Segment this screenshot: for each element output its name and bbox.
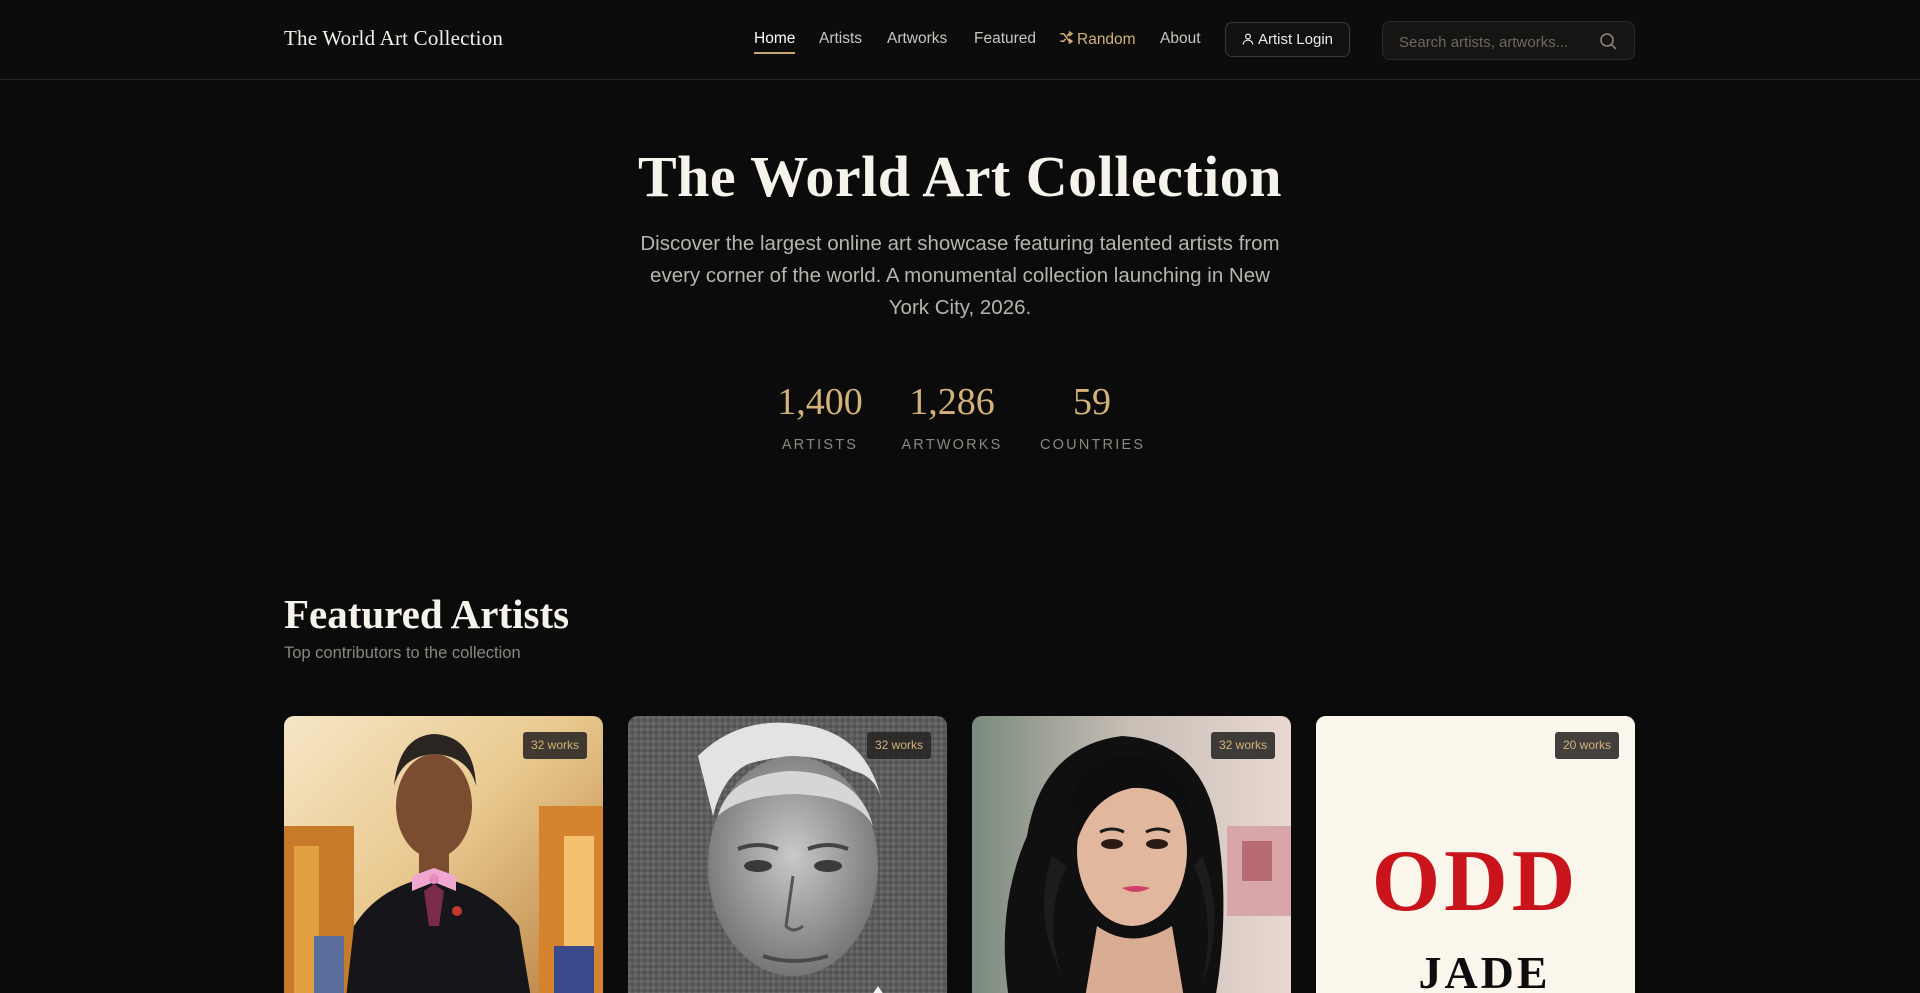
artist-login-label: Artist Login: [1257, 31, 1334, 48]
stat-artists-label: ARTISTS: [781, 437, 859, 453]
artist-login-button[interactable]: Artist Login: [1225, 22, 1350, 57]
works-count-badge: 32 works: [522, 732, 587, 759]
nav-artists-link[interactable]: Artists: [819, 29, 862, 49]
works-count-badge: 32 works: [866, 732, 931, 759]
stat-artists-value: 1,400: [777, 381, 863, 423]
artist-card[interactable]: 32 works: [628, 716, 947, 993]
works-count-badge: 20 works: [1554, 732, 1619, 759]
top-navigation-bar: The World Art Collection Home Artists Ar…: [0, 0, 1920, 80]
artist-card[interactable]: 32 works: [972, 716, 1291, 993]
shuffle-icon: [1060, 29, 1074, 49]
stat-countries-label: COUNTRIES: [1040, 437, 1146, 453]
nav-artworks-link[interactable]: Artworks: [887, 29, 947, 49]
search-input[interactable]: [1399, 32, 1569, 52]
poster-title-text: ODD: [1371, 833, 1580, 930]
poster-subtitle-text: JADE: [1418, 947, 1551, 993]
stat-artworks-value: 1,286: [909, 381, 995, 423]
nav-random-label: Random: [1077, 31, 1136, 48]
stat-artists: 1,400 ARTISTS: [772, 380, 868, 453]
featured-artists-subtitle: Top contributors to the collection: [284, 644, 521, 662]
stat-artworks-label: ARTWORKS: [901, 437, 1003, 453]
hero-title: The World Art Collection: [637, 144, 1283, 209]
hero-subtitle: Discover the largest online art showcase…: [640, 232, 1280, 319]
nav-about-link[interactable]: About: [1160, 29, 1201, 49]
nav-random-link[interactable]: Random: [1060, 29, 1136, 50]
works-count-badge: 32 works: [1210, 732, 1275, 759]
stats-row: 1,400 ARTISTS 1,286 ARTWORKS 59 COUNTRIE…: [0, 380, 1920, 460]
stat-countries-value: 59: [1073, 381, 1111, 423]
nav-featured-link[interactable]: Featured: [974, 29, 1036, 49]
featured-artists-title: Featured Artists: [284, 591, 570, 637]
search-icon[interactable]: [1599, 32, 1617, 50]
stat-artworks: 1,286 ARTWORKS: [899, 380, 1005, 453]
search-bar: [1382, 21, 1635, 60]
nav-home-link[interactable]: Home: [754, 29, 796, 54]
user-icon: [1242, 33, 1254, 45]
stat-countries: 59 COUNTRIES: [1040, 380, 1144, 453]
artist-card[interactable]: 32 works: [284, 716, 603, 993]
artist-card[interactable]: ODD JADE 20 works: [1316, 716, 1635, 993]
